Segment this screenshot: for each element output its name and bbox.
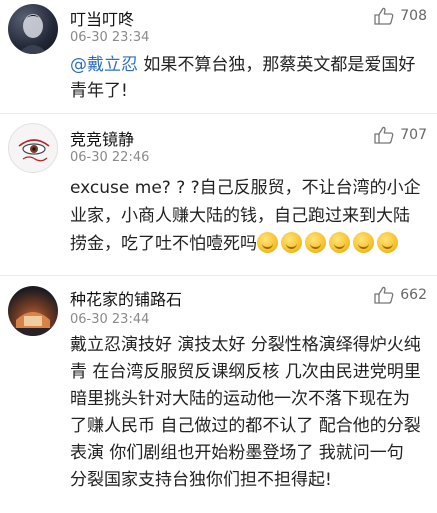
username[interactable]: 竞竞镜静 [70, 126, 134, 150]
username[interactable]: 种花家的铺路石 [70, 286, 182, 310]
like-button[interactable]: 707 [374, 126, 427, 144]
grinning-emoji-icon [377, 232, 398, 253]
comment-text: 戴立忍演技好 演技太好 分裂性格演绎得炉火纯青 在台湾反服贸反课纲反核 几次由民… [70, 335, 421, 490]
timestamp: 06-30 23:44 [70, 312, 150, 327]
avatar-image [18, 14, 48, 54]
emoji-group [257, 232, 401, 254]
grinning-emoji-icon [281, 232, 302, 253]
avatar[interactable] [8, 286, 58, 336]
grinning-emoji-icon [329, 232, 350, 253]
like-count: 708 [400, 8, 427, 24]
like-button[interactable]: 708 [374, 7, 427, 25]
mention-link[interactable]: @戴立忍 [70, 55, 138, 75]
timestamp: 06-30 23:34 [70, 30, 150, 45]
comment-item: 竞竞镜静 06-30 22:46 707 excuse me? ? ?自己反服贸… [0, 114, 437, 276]
username[interactable]: 叮当叮咚 [70, 6, 134, 30]
comment-item: 种花家的铺路石 06-30 23:44 662 戴立忍演技好 演技太好 分裂性格… [0, 276, 437, 513]
thumbs-up-icon [374, 7, 394, 25]
like-button[interactable]: 662 [374, 286, 427, 304]
avatar[interactable] [8, 4, 58, 54]
like-count: 707 [400, 127, 427, 143]
grinning-emoji-icon [305, 232, 326, 253]
grinning-emoji-icon [257, 232, 278, 253]
avatar[interactable] [8, 123, 58, 173]
comment-text: @戴立忍 如果不算台独，那蔡英文都是爱国好青年了! [70, 52, 425, 104]
thumbs-up-icon [374, 126, 394, 144]
comment-item: 叮当叮咚 06-30 23:34 708 @戴立忍 如果不算台独，那蔡英文都是爱… [0, 0, 437, 114]
timestamp: 06-30 22:46 [70, 150, 150, 165]
comment-text: excuse me? ? ?自己反服贸，不让台湾的小企业家，小商人赚大陆的钱，自… [70, 174, 425, 258]
like-count: 662 [400, 287, 427, 303]
thumbs-up-icon [374, 286, 394, 304]
avatar-image [8, 312, 58, 336]
grinning-emoji-icon [353, 232, 374, 253]
avatar-image [18, 139, 50, 162]
